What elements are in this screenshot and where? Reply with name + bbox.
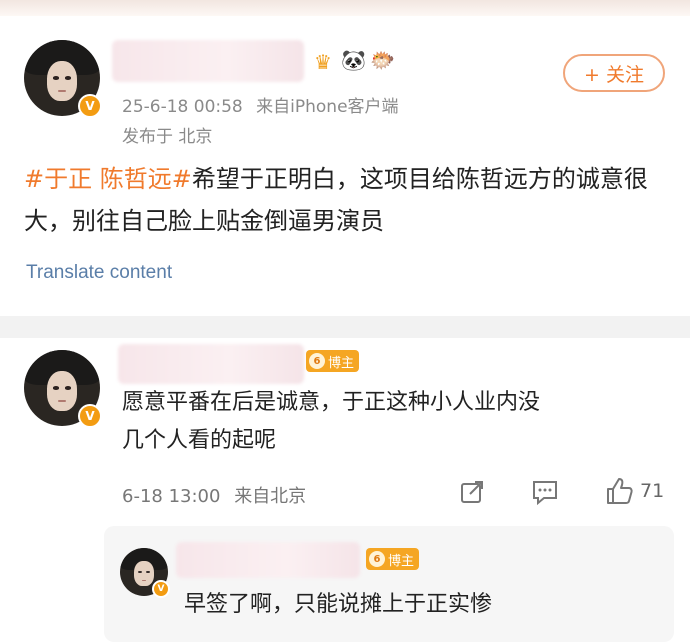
- comment-timestamp: 6-18 13:00: [122, 486, 221, 507]
- blogger-tag: 6 博主: [306, 350, 360, 372]
- avatar-face: [46, 61, 78, 101]
- fish-icon: 🐡: [370, 48, 395, 72]
- section-divider: [0, 316, 690, 338]
- comment-meta-line: 6-18 13:00 来自北京: [122, 482, 306, 508]
- blogger-level-icon: 6: [369, 551, 385, 567]
- like-button[interactable]: 71: [604, 476, 664, 506]
- post-author-name-redacted[interactable]: [112, 40, 304, 82]
- blogger-tag-label: 博主: [328, 355, 355, 371]
- like-count: 71: [640, 480, 665, 502]
- verified-badge-icon: V: [152, 580, 170, 598]
- comment-author-name-redacted[interactable]: [118, 344, 304, 384]
- verified-badge-icon: V: [78, 94, 102, 118]
- comment-line: 几个人看的起呢: [122, 428, 277, 453]
- post-hashtag[interactable]: #于正 陈哲远#: [24, 165, 192, 193]
- comment-body: 愿意平番在后是诚意，于正这种小人业内没 几个人看的起呢: [122, 384, 682, 460]
- blogger-level-icon: 6: [309, 353, 325, 369]
- share-button[interactable]: [458, 478, 486, 506]
- post-source: 来自iPhone客户端: [256, 97, 399, 117]
- comment-location: 来自北京: [234, 486, 307, 507]
- translate-link[interactable]: Translate content: [26, 262, 172, 284]
- share-icon: [461, 481, 483, 503]
- thumbs-up-icon: [607, 478, 633, 504]
- avatar-mouth: [58, 400, 66, 403]
- avatar-eye: [65, 76, 72, 80]
- avatar-mouth: [141, 579, 147, 581]
- comment-icon: [533, 481, 557, 506]
- post-location: 发布于 北京: [122, 127, 213, 147]
- avatar-eye: [138, 571, 143, 573]
- blogger-tag-label: 博主: [388, 553, 415, 569]
- avatar-eye: [65, 386, 72, 390]
- reply-body: 早签了啊，只能说摊上于正实惨: [184, 592, 493, 617]
- panda-icon: 🐼: [341, 48, 366, 72]
- follow-button[interactable]: + 关注: [563, 54, 665, 92]
- top-strip: [0, 0, 690, 16]
- reply-author-name-redacted[interactable]: [176, 542, 360, 578]
- verified-badge-icon: V: [78, 404, 102, 428]
- post-meta-line: 25-6-18 00:58 来自iPhone客户端: [122, 92, 399, 117]
- crown-badge-icon: ♛: [314, 50, 332, 74]
- avatar-mouth: [58, 90, 66, 93]
- blogger-tag: 6 博主: [366, 548, 420, 570]
- avatar-face: [46, 371, 78, 411]
- post-timestamp: 25-6-18 00:58: [122, 97, 243, 117]
- avatar-eye: [52, 386, 59, 390]
- avatar-eye: [52, 76, 59, 80]
- comment-button[interactable]: [530, 478, 560, 506]
- post-body: #于正 陈哲远#希望于正明白，这项目给陈哲远方的诚意很大，别往自己脸上贴金倒逼男…: [24, 158, 664, 242]
- comment-line: 愿意平番在后是诚意，于正这种小人业内没: [122, 390, 541, 415]
- avatar-eye: [145, 571, 150, 573]
- avatar-face: [134, 561, 154, 587]
